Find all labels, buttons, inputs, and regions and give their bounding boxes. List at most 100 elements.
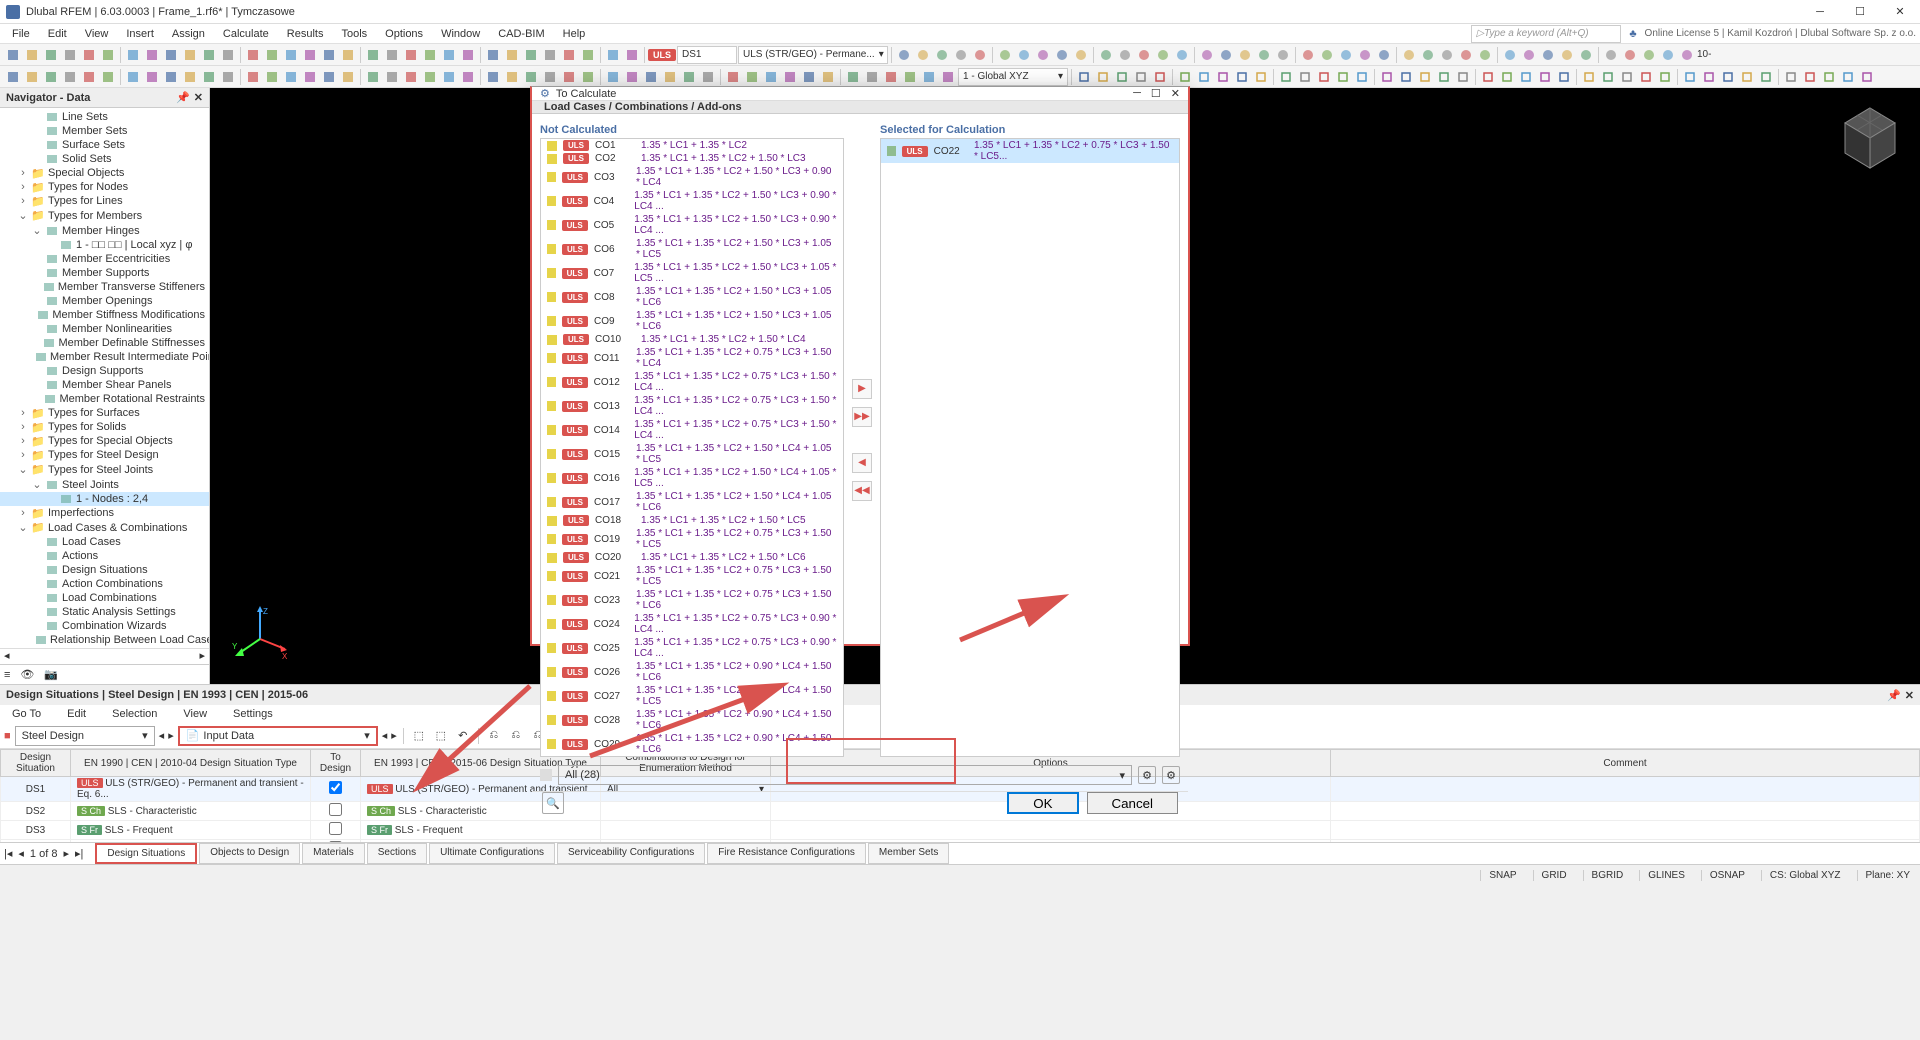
tree-item[interactable]: Relationship Between Load Case xyxy=(0,633,209,647)
nav-scroll-right[interactable]: ▸ xyxy=(199,649,205,664)
toolbar-btn-21[interactable] xyxy=(421,46,439,64)
list-item[interactable]: ULSCO171.35 * LC1 + 1.35 * LC2 + 1.50 * … xyxy=(541,490,843,514)
menu-tools[interactable]: Tools xyxy=(333,26,375,42)
navigator-tree[interactable]: Line SetsMember SetsSurface SetsSolid Se… xyxy=(0,108,209,648)
toolbar-btn-4[interactable] xyxy=(80,68,98,86)
bp-tool-3[interactable]: ↶ xyxy=(454,727,472,745)
toolbar2-extra-13[interactable] xyxy=(1334,68,1352,86)
toolbar-btn-34[interactable] xyxy=(680,68,698,86)
toolbar2-extra-20[interactable] xyxy=(1479,68,1497,86)
toolbar-btn-32[interactable] xyxy=(642,68,660,86)
toolbar1-extra-18[interactable] xyxy=(1255,46,1273,64)
toolbar-btn-20[interactable] xyxy=(402,46,420,64)
bp-tool-5[interactable]: ⎌ xyxy=(507,727,525,745)
tree-item[interactable]: ⌄Steel Joints xyxy=(0,477,209,492)
toolbar-btn-26[interactable] xyxy=(522,68,540,86)
toolbar2-extra-0[interactable] xyxy=(1075,68,1093,86)
dialog-maximize-button[interactable]: ☐ xyxy=(1151,87,1161,100)
toolbar-btn-20[interactable] xyxy=(402,68,420,86)
list-item[interactable]: ULSCO211.35 * LC1 + 1.35 * LC2 + 0.75 * … xyxy=(541,564,843,588)
toolbar2-extra-33[interactable] xyxy=(1738,68,1756,86)
list-item[interactable]: ULSCO201.35 * LC1 + 1.35 * LC2 + 1.50 * … xyxy=(541,551,843,564)
toolbar-btn-18[interactable] xyxy=(364,46,382,64)
bp-first-icon[interactable]: ◂ xyxy=(382,729,388,742)
list-item[interactable]: ULSCO91.35 * LC1 + 1.35 * LC2 + 1.50 * L… xyxy=(541,309,843,333)
toolbar-btn-16[interactable] xyxy=(320,68,338,86)
toolbar1-extra-11[interactable] xyxy=(1116,46,1134,64)
toolbar-btn-13[interactable] xyxy=(263,46,281,64)
toolbar1-extra-30[interactable] xyxy=(1501,46,1519,64)
toolbar-btn-11[interactable] xyxy=(219,68,237,86)
page-last-icon[interactable]: ▸| xyxy=(75,847,83,860)
dialog-close-button[interactable]: ✕ xyxy=(1171,87,1180,100)
toolbar-btn-13[interactable] xyxy=(263,68,281,86)
list-item[interactable]: ULSCO241.35 * LC1 + 1.35 * LC2 + 0.75 * … xyxy=(541,612,843,636)
toolbar2-extra-36[interactable] xyxy=(1801,68,1819,86)
list-item[interactable]: ULSCO111.35 * LC1 + 1.35 * LC2 + 0.75 * … xyxy=(541,346,843,370)
tree-item[interactable]: Member Nonlinearities xyxy=(0,322,209,336)
tree-item[interactable]: Load Combinations xyxy=(0,591,209,605)
tree-item[interactable]: ›📁Types for Lines xyxy=(0,194,209,208)
to-design-checkbox[interactable] xyxy=(329,781,342,794)
cs-dropdown[interactable]: 1 - Global XYZ▾ xyxy=(958,68,1068,86)
toolbar1-extra-2[interactable] xyxy=(933,46,951,64)
filter-btn-2[interactable]: ⚙ xyxy=(1162,766,1180,784)
toolbar1-extra-29[interactable] xyxy=(1476,46,1494,64)
tab-fire-resistance-configurations[interactable]: Fire Resistance Configurations xyxy=(707,843,866,864)
tree-item[interactable]: ›📁Special Objects xyxy=(0,166,209,180)
toolbar-btn-45[interactable] xyxy=(901,68,919,86)
toolbar-btn-31[interactable] xyxy=(623,68,641,86)
toolbar-btn-37[interactable] xyxy=(743,68,761,86)
toolbar1-extra-13[interactable] xyxy=(1154,46,1172,64)
toolbar-btn-24[interactable] xyxy=(484,68,502,86)
toolbar2-extra-5[interactable] xyxy=(1176,68,1194,86)
tab-ultimate-configurations[interactable]: Ultimate Configurations xyxy=(429,843,555,864)
toolbar-btn-30[interactable] xyxy=(604,46,622,64)
toolbar2-extra-7[interactable] xyxy=(1214,68,1232,86)
toolbar-btn-38[interactable] xyxy=(762,68,780,86)
move-left-button[interactable]: ◀ xyxy=(852,453,872,473)
toolbar2-extra-32[interactable] xyxy=(1719,68,1737,86)
list-item[interactable]: ULSCO231.35 * LC1 + 1.35 * LC2 + 0.75 * … xyxy=(541,588,843,612)
bp-last-icon[interactable]: ▸ xyxy=(391,729,397,742)
toolbar1-extra-25[interactable] xyxy=(1400,46,1418,64)
toolbar-btn-28[interactable] xyxy=(560,46,578,64)
toolbar-btn-4[interactable] xyxy=(80,46,98,64)
toolbar-btn-8[interactable] xyxy=(162,68,180,86)
toolbar1-extra-31[interactable] xyxy=(1520,46,1538,64)
help-button[interactable]: 🔍 xyxy=(542,792,564,814)
to-design-checkbox[interactable] xyxy=(329,803,342,816)
toolbar-btn-41[interactable] xyxy=(819,68,837,86)
toolbar1-extra-8[interactable] xyxy=(1053,46,1071,64)
toolbar-btn-12[interactable] xyxy=(244,46,262,64)
list-item[interactable]: ULSCO81.35 * LC1 + 1.35 * LC2 + 1.50 * L… xyxy=(541,285,843,309)
menu-help[interactable]: Help xyxy=(555,26,594,42)
menu-file[interactable]: File xyxy=(4,26,38,42)
menu-assign[interactable]: Assign xyxy=(164,26,213,42)
tree-item[interactable]: 1 - Nodes : 2,4 xyxy=(0,492,209,506)
toolbar1-extra-23[interactable] xyxy=(1356,46,1374,64)
bp-tool-2[interactable]: ⬚ xyxy=(432,727,450,745)
toolbar2-extra-29[interactable] xyxy=(1656,68,1674,86)
toolbar2-extra-37[interactable] xyxy=(1820,68,1838,86)
tab-design-situations[interactable]: Design Situations xyxy=(95,843,197,864)
toolbar2-extra-22[interactable] xyxy=(1517,68,1535,86)
toolbar1-extra-32[interactable] xyxy=(1539,46,1557,64)
toolbar2-extra-31[interactable] xyxy=(1700,68,1718,86)
toolbar1-extra-27[interactable] xyxy=(1438,46,1456,64)
list-item[interactable]: ULSCO101.35 * LC1 + 1.35 * LC2 + 1.50 * … xyxy=(541,333,843,346)
list-item[interactable]: ULSCO21.35 * LC1 + 1.35 * LC2 + 1.50 * L… xyxy=(541,152,843,165)
toolbar2-extra-18[interactable] xyxy=(1435,68,1453,86)
tree-item[interactable]: Solid Sets xyxy=(0,152,209,166)
toolbar2-extra-11[interactable] xyxy=(1296,68,1314,86)
toolbar-btn-17[interactable] xyxy=(339,68,357,86)
ds-dropdown[interactable]: DS1 xyxy=(677,46,737,64)
tree-item[interactable]: 1 - □□ □□ | Local xyz | φ xyxy=(0,238,209,252)
toolbar-btn-7[interactable] xyxy=(143,46,161,64)
toolbar-btn-3[interactable] xyxy=(61,46,79,64)
list-item[interactable]: ULSCO281.35 * LC1 + 1.35 * LC2 + 0.90 * … xyxy=(541,708,843,732)
toolbar1-extra-10[interactable] xyxy=(1097,46,1115,64)
toolbar-btn-11[interactable] xyxy=(219,46,237,64)
toolbar2-extra-17[interactable] xyxy=(1416,68,1434,86)
list-item[interactable]: ULSCO191.35 * LC1 + 1.35 * LC2 + 0.75 * … xyxy=(541,527,843,551)
